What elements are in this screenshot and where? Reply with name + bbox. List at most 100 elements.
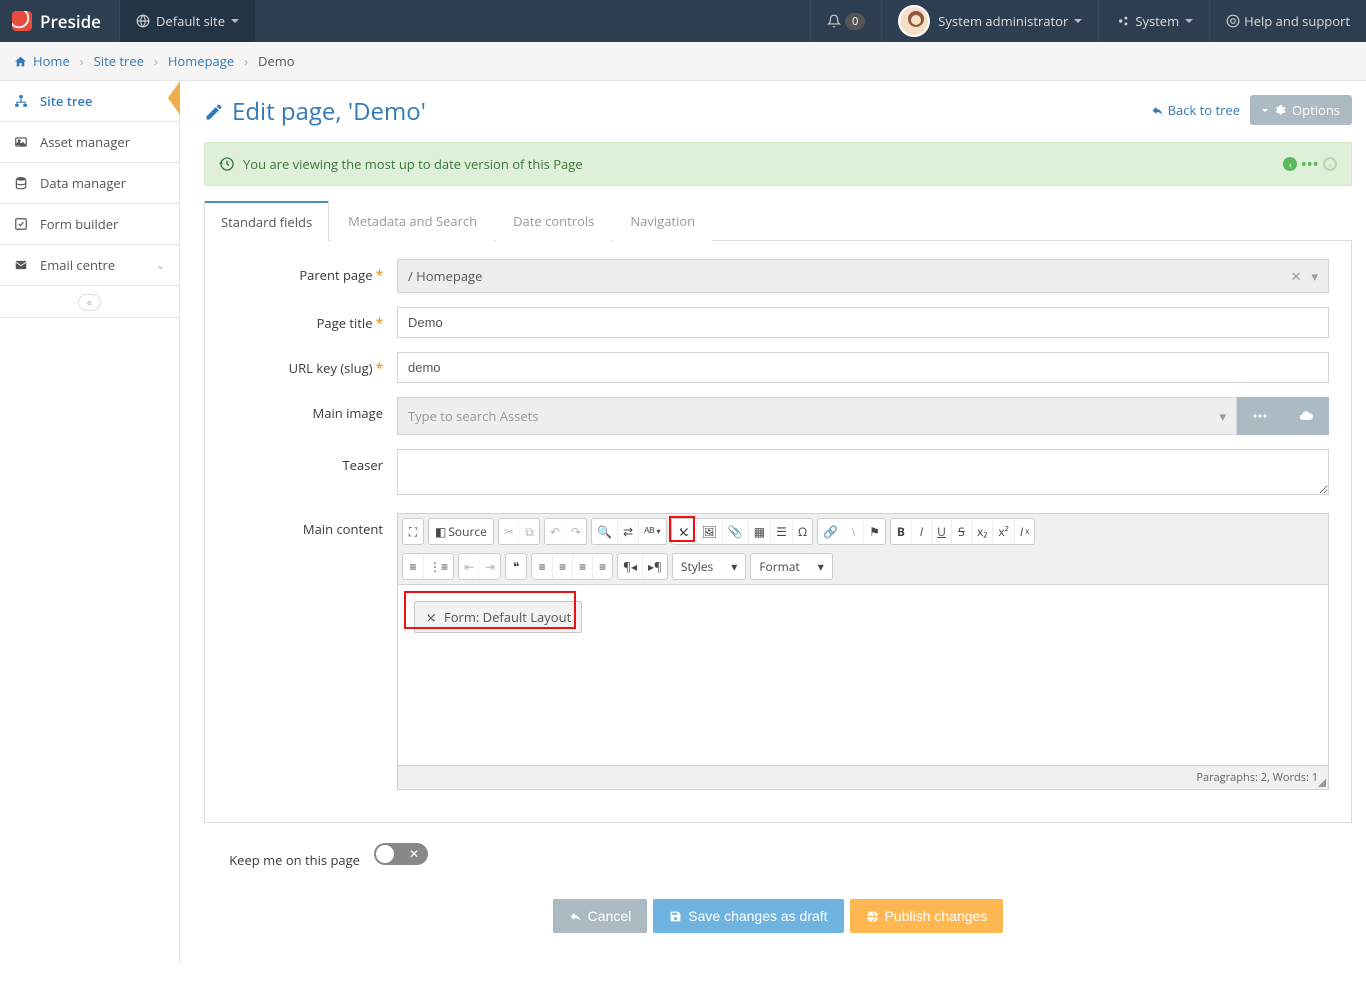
back-to-tree-link[interactable]: Back to tree [1151, 101, 1240, 119]
field-main-image: Main image Type to search Assets ▾ [227, 397, 1329, 435]
find-button[interactable]: 🔍 [592, 519, 617, 544]
publish-button[interactable]: Publish changes [850, 899, 1004, 933]
page-header: Edit page, 'Demo' Back to tree Options [204, 95, 1352, 128]
pencil-icon [204, 102, 224, 122]
tab-metadata-search[interactable]: Metadata and Search [331, 201, 494, 241]
version-next-icon[interactable]: › [1323, 157, 1337, 171]
caret-down-icon: ▾ [731, 558, 737, 575]
blockquote-button[interactable]: ❝ [506, 554, 526, 579]
indent-button[interactable]: ⇥ [479, 554, 500, 579]
maximize-button[interactable]: ⛶ [403, 519, 423, 544]
asset-browse-button[interactable] [1237, 397, 1283, 435]
field-main-content: Main content ⛶ ◧ Source ✂ ⧉ ↶ [227, 513, 1329, 790]
user-menu[interactable]: System administrator [881, 0, 1098, 42]
removeformat-button[interactable]: Ix [1014, 519, 1034, 544]
cut-button[interactable]: ✂ [499, 519, 519, 544]
breadcrumb-link[interactable]: Homepage [168, 52, 234, 70]
subscript-button[interactable]: x₂ [971, 519, 992, 544]
chevron-down-icon: ⌄ [156, 258, 165, 273]
sidebar-item-data-manager[interactable]: Data manager [0, 163, 179, 204]
site-switcher[interactable]: Default site [119, 0, 255, 42]
editor-content[interactable]: Form: Default Layout [398, 585, 1328, 765]
sidebar-item-label: Form builder [40, 215, 118, 233]
unlink-button[interactable]: ⧷ [843, 519, 863, 544]
main-image-input[interactable]: Type to search Assets ▾ [397, 397, 1237, 435]
breadcrumb-link[interactable]: Site tree [94, 52, 144, 70]
sidebar: Site tree Asset manager Data manager For… [0, 81, 180, 963]
brand[interactable]: Preside [0, 0, 119, 42]
history-icon [219, 156, 235, 172]
caret-down-icon: ▾ [1311, 267, 1318, 285]
align-left-button[interactable]: ≡ [532, 554, 552, 579]
url-key-input[interactable] [397, 352, 1329, 383]
bulletlist-button[interactable]: ⋮≡ [423, 554, 453, 579]
form-widget[interactable]: Form: Default Layout [414, 601, 582, 633]
superscript-button[interactable]: x² [992, 519, 1013, 544]
envelope-icon [14, 258, 32, 272]
specialchar-button[interactable]: Ω [792, 519, 812, 544]
teaser-input[interactable] [397, 449, 1329, 495]
anchor-button[interactable]: ⚑ [863, 519, 885, 544]
redo-button[interactable]: ↷ [565, 519, 586, 544]
bell-icon [827, 14, 841, 28]
numberlist-button[interactable]: ≡ [403, 554, 423, 579]
caret-down-icon: ▾ [1219, 407, 1226, 425]
breadcrumb-link[interactable]: Home [33, 52, 70, 70]
main-content: Edit page, 'Demo' Back to tree Options Y… [180, 81, 1366, 963]
collapse-icon: « [78, 294, 101, 311]
sidebar-item-site-tree[interactable]: Site tree [0, 81, 179, 122]
table-button[interactable]: ▦ [748, 519, 770, 544]
asset-upload-button[interactable] [1283, 397, 1329, 435]
cancel-button[interactable]: Cancel [553, 899, 648, 933]
strike-button[interactable]: S [951, 519, 971, 544]
version-nav[interactable]: ‹ ••• › [1283, 155, 1337, 173]
replace-button[interactable]: ⇄ [617, 519, 638, 544]
image-button[interactable]: 🖼 [696, 519, 722, 544]
underline-button[interactable]: U [931, 519, 951, 544]
ltr-button[interactable]: ¶◂ [618, 554, 642, 579]
sidebar-item-label: Email centre [40, 256, 115, 274]
tab-navigation[interactable]: Navigation [613, 201, 712, 241]
save-draft-button[interactable]: Save changes as draft [653, 899, 843, 933]
source-button[interactable]: ◧ Source [429, 519, 493, 544]
copy-button[interactable]: ⧉ [519, 519, 539, 544]
version-prev-icon[interactable]: ‹ [1283, 157, 1297, 171]
align-center-button[interactable]: ≡ [552, 554, 572, 579]
bold-button[interactable]: B [891, 519, 911, 544]
options-button[interactable]: Options [1250, 95, 1352, 125]
align-right-button[interactable]: ≡ [572, 554, 592, 579]
tab-standard-fields[interactable]: Standard fields [204, 201, 329, 241]
keep-me-toggle[interactable] [374, 843, 428, 865]
clear-icon[interactable]: ✕ [1291, 267, 1302, 285]
richtext-editor: ⛶ ◧ Source ✂ ⧉ ↶ ↷ 🔍 [397, 513, 1329, 790]
spellcheck-button[interactable]: ᴬᴮ▾ [638, 519, 665, 544]
page-title-input[interactable] [397, 307, 1329, 338]
field-url-key: URL key (slug) * [227, 352, 1329, 383]
iframe-button[interactable]: ☰ [770, 519, 792, 544]
parent-page-select[interactable]: / Homepage ✕▾ [397, 259, 1329, 293]
notifications[interactable]: 0 [810, 0, 881, 42]
system-menu[interactable]: System [1098, 0, 1209, 42]
link-button[interactable]: 🔗 [818, 519, 843, 544]
italic-button[interactable]: I [911, 519, 931, 544]
topbar: Preside Default site 0 System administra… [0, 0, 1366, 42]
system-label: System [1135, 12, 1179, 30]
align-justify-button[interactable]: ≡ [592, 554, 612, 579]
sidebar-item-form-builder[interactable]: Form builder [0, 204, 179, 245]
format-select[interactable]: Format▾ [750, 553, 832, 580]
sidebar-item-label: Asset manager [40, 133, 130, 151]
sidebar-collapse[interactable]: « [0, 286, 179, 318]
life-ring-icon [1226, 14, 1240, 28]
undo-button[interactable]: ↶ [545, 519, 565, 544]
help-menu[interactable]: Help and support [1209, 0, 1366, 42]
resize-handle[interactable] [1318, 779, 1326, 787]
tab-date-controls[interactable]: Date controls [496, 201, 611, 241]
widget-button[interactable] [672, 519, 696, 544]
sidebar-item-email-centre[interactable]: Email centre ⌄ [0, 245, 179, 286]
styles-select[interactable]: Styles▾ [672, 553, 746, 580]
breadcrumb-current: Demo [258, 52, 295, 70]
outdent-button[interactable]: ⇤ [459, 554, 479, 579]
rtl-button[interactable]: ▸¶ [642, 554, 667, 579]
attachment-button[interactable]: 📎 [722, 519, 748, 544]
sidebar-item-asset-manager[interactable]: Asset manager [0, 122, 179, 163]
